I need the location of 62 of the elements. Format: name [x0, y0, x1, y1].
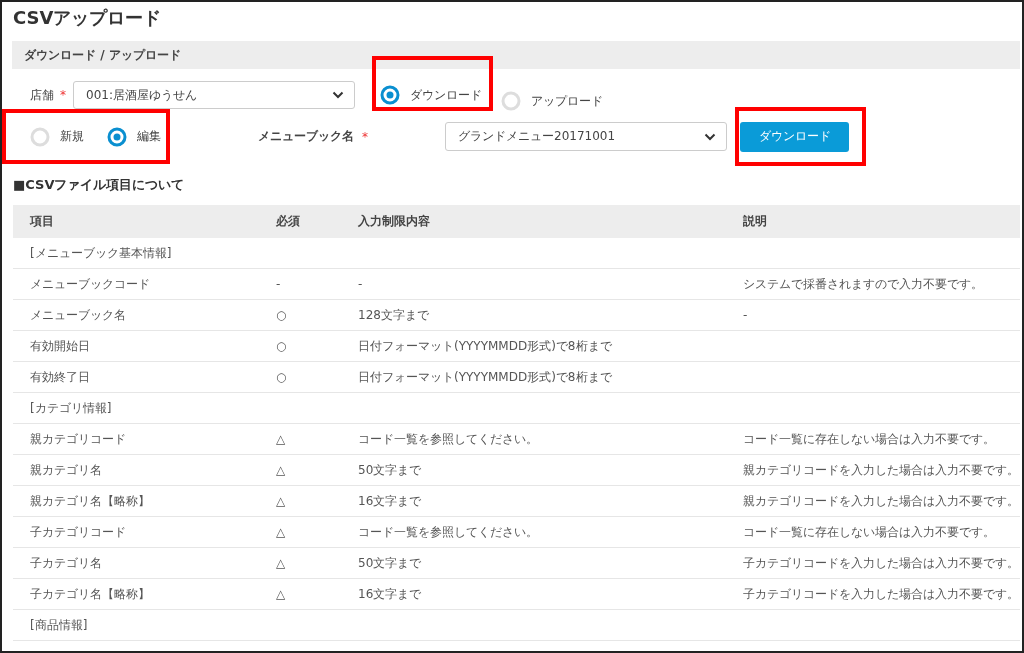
- table-cell: △: [276, 454, 358, 486]
- select-value: 001:居酒屋ゆうせん: [86, 86, 197, 104]
- chevron-icon: [704, 132, 716, 141]
- table-cell: -: [276, 268, 358, 300]
- table-cell: 16文字まで: [358, 485, 743, 517]
- table-cell: 親カテゴリコード: [13, 423, 276, 455]
- table-cell: 子カテゴリ名【略称】: [13, 578, 276, 610]
- table-cell: -: [743, 299, 1020, 331]
- table-cell: コード一覧を参照してください。: [358, 516, 743, 548]
- table-cell: ○: [276, 330, 358, 362]
- table-cell: △: [276, 547, 358, 579]
- section-cell: [メニューブック基本情報]: [13, 238, 276, 269]
- column-header: 入力制限内容: [358, 205, 743, 238]
- radio-button[interactable]: 編集: [107, 126, 161, 147]
- required-mark: *: [60, 88, 67, 102]
- table-cell: コード一覧に存在しない場合は入力不要です。: [743, 423, 1020, 455]
- column-header: 説明: [743, 205, 1020, 238]
- table-cell: 親カテゴリコードを入力した場合は入力不要です。: [743, 485, 1020, 517]
- table-cell: 有効開始日: [13, 330, 276, 362]
- table-cell: △: [276, 578, 358, 610]
- required-mark: *: [362, 129, 369, 144]
- table-cell: 50文字まで: [358, 547, 743, 579]
- section-title: ダウンロード / アップロード: [23, 47, 181, 64]
- radio-button[interactable]: アップロード: [501, 91, 603, 111]
- column-header: 必須: [276, 205, 358, 238]
- table-cell: 日付フォーマット(YYYYMMDD形式)で8桁まで: [358, 361, 743, 393]
- field-label: メニューブック名: [258, 128, 354, 145]
- select-value: グランドメニュー20171001: [458, 128, 616, 145]
- table-cell: 親カテゴリコードを入力した場合は入力不要です。: [743, 454, 1020, 486]
- table-cell: 親カテゴリ名【略称】: [13, 485, 276, 517]
- store-select[interactable]: 001:居酒屋ゆうせん: [73, 81, 355, 109]
- table-cell: 子カテゴリ名: [13, 547, 276, 579]
- table-cell: コード一覧を参照してください。: [358, 423, 743, 455]
- section-cell: [カテゴリ情報]: [13, 392, 276, 424]
- table-cell: ○: [276, 299, 358, 331]
- table-cell: 50文字まで: [358, 454, 743, 486]
- radio-button[interactable]: 新規: [30, 126, 84, 147]
- table-cell: システムで採番されますので入力不要です。: [743, 268, 1020, 300]
- table-cell: 子カテゴリコードを入力した場合は入力不要です。: [743, 578, 1020, 610]
- table-cell: メニューブックコード: [13, 268, 276, 300]
- table-cell: メニューブック名: [13, 299, 276, 331]
- table-cell: 16文字まで: [358, 578, 743, 610]
- table-cell: コード一覧に存在しない場合は入力不要です。: [743, 516, 1020, 548]
- table-cell: 日付フォーマット(YYYYMMDD形式)で8桁まで: [358, 330, 743, 362]
- table-cell: 子カテゴリコード: [13, 516, 276, 548]
- table-cell: 128文字まで: [358, 299, 743, 331]
- table-cell: △: [276, 423, 358, 455]
- table-cell: 子カテゴリコードを入力した場合は入力不要です。: [743, 547, 1020, 579]
- column-header: 項目: [13, 205, 276, 238]
- table-cell: △: [276, 485, 358, 517]
- menubook-select[interactable]: グランドメニュー20171001: [445, 122, 727, 151]
- field-label: 店舗: [30, 86, 55, 104]
- page-title: CSVアップロード: [13, 6, 163, 30]
- chevron-icon: [332, 91, 344, 99]
- table-cell: 親カテゴリ名: [13, 454, 276, 486]
- table-cell: △: [276, 516, 358, 548]
- table-cell: 有効終了日: [13, 361, 276, 393]
- table-cell: ○: [276, 361, 358, 393]
- radio-button[interactable]: ダウンロード: [380, 85, 482, 105]
- section-cell: [商品情報]: [13, 609, 276, 641]
- section-heading: ■CSVファイル項目について: [13, 177, 186, 193]
- table-cell: -: [358, 268, 743, 300]
